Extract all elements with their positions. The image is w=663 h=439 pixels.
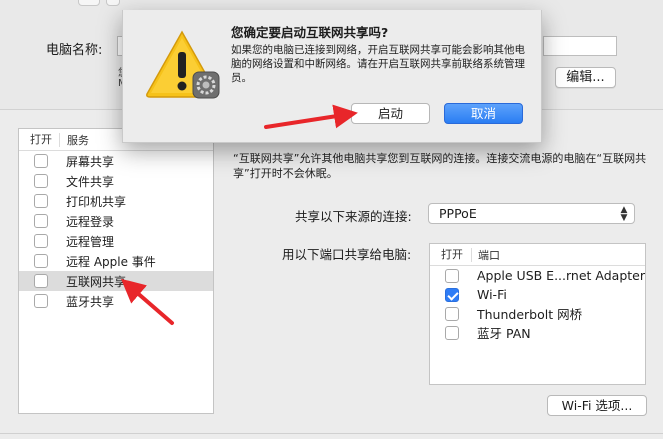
port-checkbox[interactable]	[445, 306, 459, 321]
port-row[interactable]: Thunderbolt 网桥	[430, 304, 645, 323]
dialog-title: 您确定要启动互联网共享吗?	[231, 25, 389, 40]
service-label: 打印机共享	[66, 194, 127, 209]
port-row[interactable]: Wi-Fi	[430, 285, 645, 304]
service-row[interactable]: 远程 Apple 事件	[19, 251, 213, 271]
port-label: Thunderbolt 网桥	[477, 307, 583, 322]
port-row[interactable]: 蓝牙 PAN	[430, 323, 645, 342]
share-to-label: 用以下端口共享给电脑:	[282, 247, 412, 262]
dialog-message: 如果您的电脑已连接到网络，开启互联网共享可能会影响其他电脑的网络设置和中断网络。…	[231, 44, 525, 84]
wifi-options-button[interactable]: Wi-Fi 选项...	[547, 395, 647, 416]
service-label: 远程 Apple 事件	[66, 254, 156, 269]
edit-button[interactable]: 编辑...	[555, 67, 616, 88]
service-row[interactable]: 屏幕共享	[19, 151, 213, 171]
port-checkbox[interactable]	[445, 325, 459, 340]
port-row[interactable]: Apple USB E...rnet Adapter	[430, 266, 645, 285]
share-from-label: 共享以下来源的连接:	[295, 209, 412, 224]
service-label: 文件共享	[66, 174, 115, 189]
computer-name-field-right[interactable]	[543, 36, 617, 56]
system-preferences-badge-icon	[192, 71, 220, 99]
service-checkbox[interactable]	[34, 254, 48, 268]
column-header-service[interactable]: 服务	[60, 132, 89, 148]
service-checkbox[interactable]	[34, 294, 48, 308]
service-label: 屏幕共享	[66, 154, 115, 169]
service-checkbox[interactable]	[34, 194, 48, 208]
service-label: 互联网共享	[66, 274, 127, 289]
service-row[interactable]: 互联网共享	[19, 271, 213, 291]
sharing-preferences-window: 电脑名称: 您 M 编辑... 打开 服务 屏幕共享文件共享打印机共享远程登录远…	[0, 0, 663, 439]
share-from-select[interactable]: PPPoE ▲ ▼	[428, 203, 635, 224]
confirm-internet-sharing-dialog: 您确定要启动互联网共享吗? 如果您的电脑已连接到网络，开启互联网共享可能会影响其…	[122, 10, 542, 143]
service-label: 远程管理	[66, 234, 115, 249]
ports-list-header: 打开 端口	[430, 244, 645, 266]
port-label: Apple USB E...rnet Adapter	[476, 268, 645, 283]
select-chevron-icon: ▲ ▼	[620, 205, 628, 223]
service-row[interactable]: 打印机共享	[19, 191, 213, 211]
service-row[interactable]: 远程管理	[19, 231, 213, 251]
warning-icon	[146, 30, 220, 99]
share-from-value: PPPoE	[439, 206, 477, 221]
ports-list: 打开 端口 Apple USB E...rnet Adapter Wi-Fi Thu…	[429, 243, 646, 385]
service-checkbox[interactable]	[34, 174, 48, 188]
service-label: 蓝牙共享	[66, 294, 115, 309]
column-header-on[interactable]: 打开	[430, 247, 472, 262]
services-list: 打开 服务 屏幕共享文件共享打印机共享远程登录远程管理远程 Apple 事件 互联…	[18, 128, 214, 414]
port-checkbox[interactable]	[445, 268, 459, 283]
toolbar-back-button[interactable]	[78, 0, 100, 6]
service-row[interactable]: 蓝牙共享	[19, 291, 213, 311]
service-label: 远程登录	[66, 214, 115, 229]
service-checkbox[interactable]	[34, 214, 48, 228]
service-row[interactable]: 文件共享	[19, 171, 213, 191]
toolbar-forward-button[interactable]	[106, 0, 120, 6]
cancel-button[interactable]: 取消	[444, 103, 523, 124]
column-header-port[interactable]: 端口	[472, 247, 500, 263]
computer-name-label: 电脑名称:	[46, 43, 103, 58]
port-label: 蓝牙 PAN	[477, 326, 531, 341]
column-header-on[interactable]: 打开	[19, 132, 60, 147]
service-row[interactable]: 远程登录	[19, 211, 213, 231]
service-checkbox[interactable]	[34, 234, 48, 248]
port-checkbox[interactable]	[445, 287, 459, 302]
port-label: Wi-Fi	[477, 287, 507, 302]
internet-sharing-description: “互联网共享”允许其他电脑共享您到互联网的连接。连接交流电源的电脑在“互联网共享…	[233, 152, 647, 180]
service-checkbox[interactable]	[34, 274, 48, 288]
service-checkbox[interactable]	[34, 154, 48, 168]
divider	[0, 433, 663, 434]
start-button[interactable]: 启动	[351, 103, 430, 124]
